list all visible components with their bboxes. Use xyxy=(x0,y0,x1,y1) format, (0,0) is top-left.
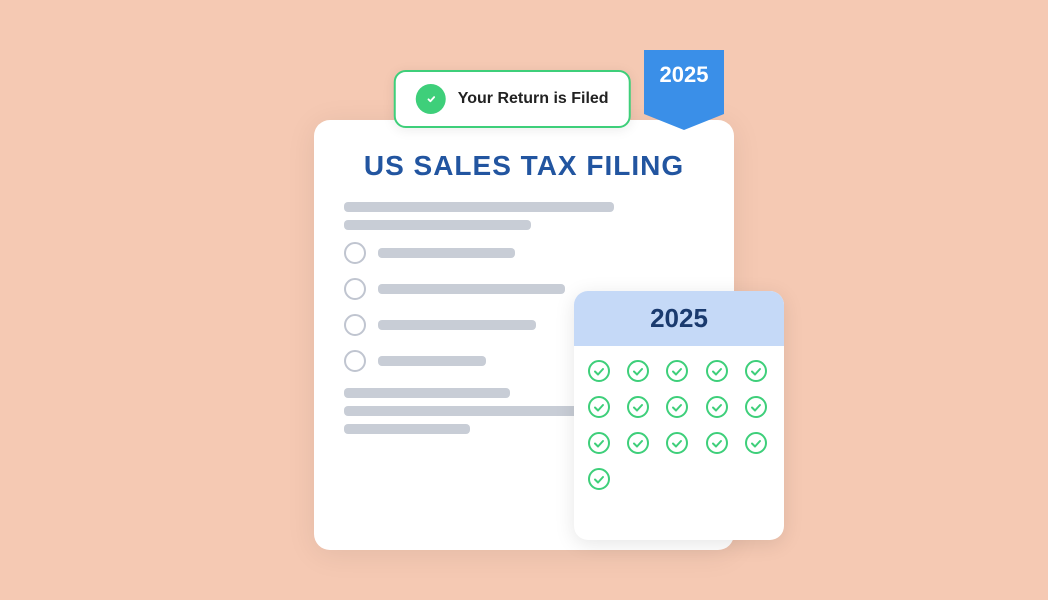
notification-badge: Your Return is Filed xyxy=(394,70,631,128)
check-circle-4 xyxy=(344,350,366,372)
badge-label: Your Return is Filed xyxy=(458,90,609,108)
doc-lines-top xyxy=(344,202,704,230)
cal-cell-11 xyxy=(582,426,616,460)
calendar-grid xyxy=(574,346,784,540)
cal-cell-22 xyxy=(621,498,655,532)
cal-check-icon-5 xyxy=(744,359,768,383)
calendar-year: 2025 xyxy=(574,291,784,346)
check-circle-2 xyxy=(344,278,366,300)
check-line-1 xyxy=(378,248,515,258)
cal-cell-10 xyxy=(739,390,773,424)
cal-cell-14 xyxy=(700,426,734,460)
cal-cell-24 xyxy=(700,498,734,532)
cal-check-icon-2 xyxy=(626,359,650,383)
cal-cell-23 xyxy=(660,498,694,532)
calendar-card: 2025 xyxy=(574,291,784,540)
doc-line-b3 xyxy=(344,424,470,434)
cal-cell-8 xyxy=(660,390,694,424)
check-line-3 xyxy=(378,320,536,330)
cal-cell-18 xyxy=(660,462,694,496)
check-row-1 xyxy=(344,242,704,264)
cal-check-icon-3 xyxy=(665,359,689,383)
check-line-2 xyxy=(378,284,565,294)
cal-cell-17 xyxy=(621,462,655,496)
cal-check-icon-14 xyxy=(705,431,729,455)
cal-check-icon-12 xyxy=(626,431,650,455)
doc-line-b2 xyxy=(344,406,603,416)
cal-cell-12 xyxy=(621,426,655,460)
cal-cell-9 xyxy=(700,390,734,424)
cal-check-icon-9 xyxy=(705,395,729,419)
document-title: US SALES TAX FILING xyxy=(344,150,704,182)
cal-cell-25 xyxy=(739,498,773,532)
cal-cell-3 xyxy=(660,354,694,388)
check-circle-3 xyxy=(344,314,366,336)
cal-cell-2 xyxy=(621,354,655,388)
cal-cell-6 xyxy=(582,390,616,424)
cal-cell-5 xyxy=(739,354,773,388)
cal-check-icon-8 xyxy=(665,395,689,419)
cal-check-icon-11 xyxy=(587,431,611,455)
cal-check-icon-16 xyxy=(587,467,611,491)
check-circle-1 xyxy=(344,242,366,264)
cal-check-icon-15 xyxy=(744,431,768,455)
cal-check-icon-1 xyxy=(587,359,611,383)
cal-check-icon-7 xyxy=(626,395,650,419)
cal-cell-13 xyxy=(660,426,694,460)
cal-check-icon-4 xyxy=(705,359,729,383)
cal-cell-1 xyxy=(582,354,616,388)
year-ribbon: 2025 xyxy=(644,50,724,130)
cal-cell-21 xyxy=(582,498,616,532)
main-scene: 2025 US SALES TAX FILING xyxy=(264,40,784,560)
cal-check-icon-13 xyxy=(665,431,689,455)
cal-cell-4 xyxy=(700,354,734,388)
badge-check-icon xyxy=(416,84,446,114)
cal-cell-7 xyxy=(621,390,655,424)
cal-cell-19 xyxy=(700,462,734,496)
check-line-4 xyxy=(378,356,486,366)
cal-cell-16 xyxy=(582,462,616,496)
cal-cell-20 xyxy=(739,462,773,496)
cal-check-icon-10 xyxy=(744,395,768,419)
cal-cell-15 xyxy=(739,426,773,460)
doc-line-b1 xyxy=(344,388,510,398)
doc-line-2 xyxy=(344,220,531,230)
ribbon-year: 2025 xyxy=(660,62,709,88)
cal-check-icon-6 xyxy=(587,395,611,419)
doc-line-1 xyxy=(344,202,614,212)
